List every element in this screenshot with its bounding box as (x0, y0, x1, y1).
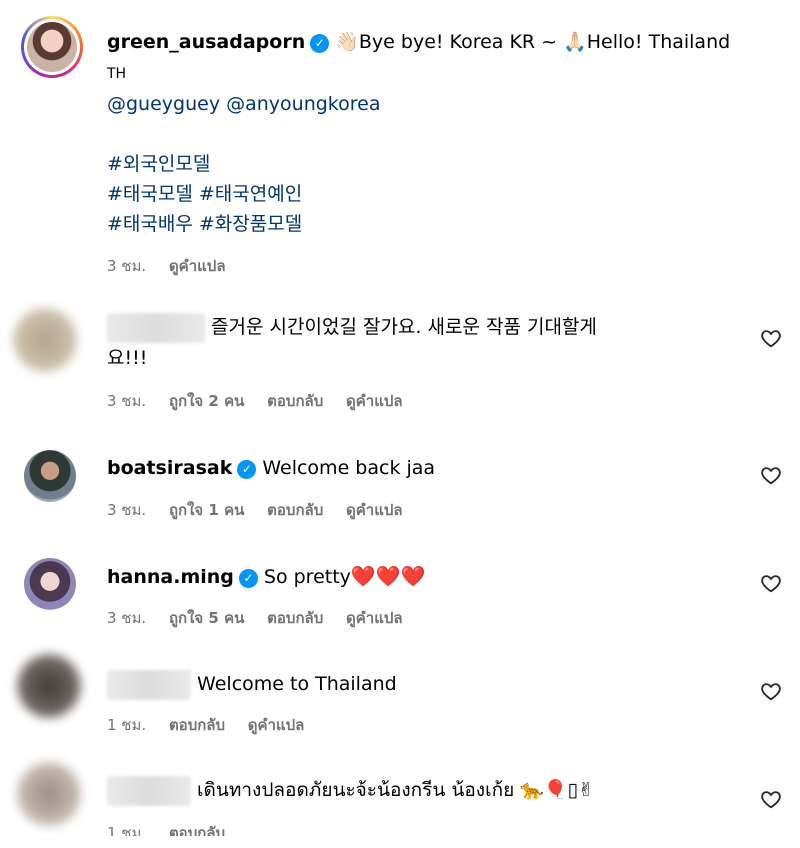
comment-text: boatsirasak ✓ Welcome back jaa (107, 453, 747, 483)
heart-outline-icon[interactable] (760, 680, 782, 702)
comment-text: Welcome to Thailand (107, 669, 747, 700)
verified-badge-icon: ✓ (310, 34, 330, 53)
caption-line: 👋🏻Bye bye! Korea KR ~ 🙏🏻Hello! Thailand (335, 31, 731, 53)
flag-label: TH (107, 66, 127, 82)
verified-badge-icon: ✓ (237, 460, 257, 479)
likes-count[interactable]: ถูกใจ 2 คน (169, 392, 244, 410)
blurred-username[interactable] (107, 669, 191, 700)
likes-count[interactable]: ถูกใจ 5 คน (169, 609, 244, 627)
comment-body: เดินทางปลอดภัยนะจ้ะน้องกรีน น้องเก้ย 🐆🎈▯… (197, 779, 594, 801)
verified-badge-icon: ✓ (238, 569, 258, 588)
comment-time[interactable]: 3 ชม. (107, 609, 146, 627)
comment-time[interactable]: 3 ชม. (107, 392, 146, 410)
comment-body: 즐거운 시간이었길 잘가요. 새로운 작품 기대할게 (211, 316, 597, 338)
comment-body: So pretty (263, 566, 351, 588)
avatar[interactable] (24, 450, 76, 502)
reply-button[interactable]: ตอบกลับ (267, 501, 323, 519)
avatar[interactable] (13, 308, 77, 372)
comment-text: 즐거운 시간이었길 잘가요. 새로운 작품 기대할게 요!!! (107, 312, 747, 373)
avatar (27, 22, 77, 72)
comment-text: hanna.ming ✓ So pretty❤️❤️❤️ (107, 561, 747, 592)
heart-emojis: ❤️❤️❤️ (350, 564, 426, 588)
caption-text: green_ausadaporn ✓ 👋🏻Bye bye! Korea KR ~ 🙏… (107, 27, 747, 239)
blurred-username[interactable] (107, 312, 205, 343)
heart-outline-icon[interactable] (760, 788, 782, 810)
post-meta: 3 ชม. ดูคำแปล (107, 254, 244, 278)
scroll-cutoff (0, 836, 800, 848)
comment-item: boatsirasak ✓ Welcome back jaa 3 ชม. ถูกใจ… (0, 440, 800, 530)
heart-outline-icon[interactable] (760, 327, 782, 349)
heart-outline-icon[interactable] (760, 572, 782, 594)
translate-button[interactable]: ดูคำแปล (346, 392, 403, 410)
heart-outline-icon[interactable] (760, 464, 782, 486)
reply-button[interactable]: ตอบกลับ (169, 716, 225, 734)
comments-panel: green_ausadaporn ✓ 👋🏻Bye bye! Korea KR ~ 🙏… (0, 0, 800, 848)
comment-body: Welcome to Thailand (197, 673, 397, 695)
comment-item: เดินทางปลอดภัยนะจ้ะน้องกรีน น้องเก้ย 🐆🎈▯… (0, 758, 800, 848)
comment-username[interactable]: hanna.ming (107, 566, 234, 588)
translate-button[interactable]: ดูคำแปล (346, 609, 403, 627)
story-ring-avatar[interactable] (21, 16, 83, 78)
comment-text: เดินทางปลอดภัยนะจ้ะน้องกรีน น้องเก้ย 🐆🎈▯… (107, 775, 747, 806)
avatar[interactable] (24, 558, 76, 610)
comment-meta: 3 ชม. ถูกใจ 5 คน ตอบกลับ ดูคำแปล (107, 606, 421, 630)
mentions[interactable]: @gueyguey @anyoungkorea (107, 93, 381, 115)
comment-meta: 3 ชม. ถูกใจ 1 คน ตอบกลับ ดูคำแปล (107, 498, 421, 522)
hashtag-line[interactable]: #외국인모델 (107, 153, 210, 175)
comment-username[interactable]: boatsirasak (107, 457, 232, 479)
avatar[interactable] (17, 654, 81, 718)
post-time[interactable]: 3 ชม. (107, 257, 146, 275)
comment-item: 즐거운 시간이었길 잘가요. 새로운 작품 기대할게 요!!! 3 ชม. ถู… (0, 300, 800, 420)
hashtag-line[interactable]: #태국모델 #태국연예인 (107, 183, 302, 205)
avatar[interactable] (17, 762, 81, 826)
comment-item: hanna.ming ✓ So pretty❤️❤️❤️ 3 ชม. ถูกใจ 5… (0, 548, 800, 638)
reply-button[interactable]: ตอบกลับ (267, 609, 323, 627)
comment-body: Welcome back jaa (262, 457, 436, 479)
likes-count[interactable]: ถูกใจ 1 คน (169, 501, 244, 519)
post-caption: green_ausadaporn ✓ 👋🏻Bye bye! Korea KR ~ 🙏… (0, 0, 800, 290)
comment-time[interactable]: 3 ชม. (107, 501, 146, 519)
reply-button[interactable]: ตอบกลับ (267, 392, 323, 410)
translate-button[interactable]: ดูคำแปล (248, 716, 305, 734)
translate-button[interactable]: ดูคำแปล (169, 257, 226, 275)
hashtag-line[interactable]: #태국배우 #화장품모델 (107, 213, 302, 235)
comment-item: Welcome to Thailand 1 ชม. ตอบกลับ ดูคำแป… (0, 650, 800, 750)
comment-time[interactable]: 1 ชม. (107, 716, 146, 734)
comment-body: 요!!! (107, 346, 148, 369)
translate-button[interactable]: ดูคำแปล (346, 501, 403, 519)
comment-meta: 1 ชม. ตอบกลับ ดูคำแปล (107, 713, 322, 737)
comment-meta: 3 ชม. ถูกใจ 2 คน ตอบกลับ ดูคำแปล (107, 389, 421, 413)
blurred-username[interactable] (107, 775, 191, 806)
post-username[interactable]: green_ausadaporn (107, 31, 305, 53)
